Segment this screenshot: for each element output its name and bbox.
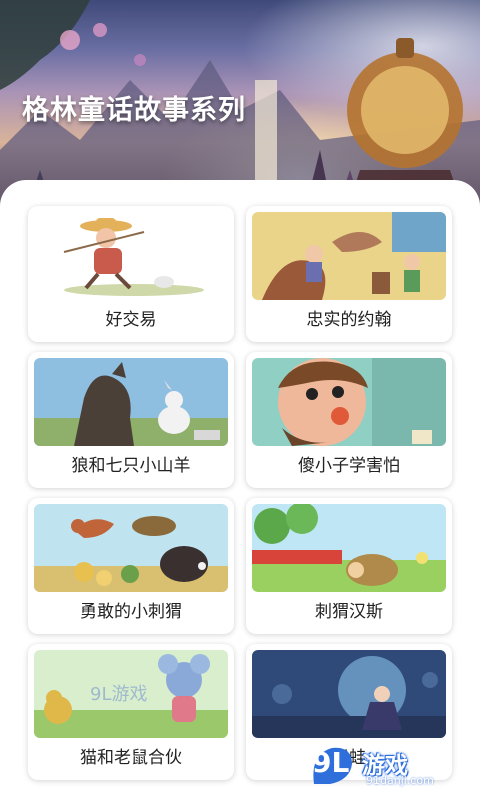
story-thumbnail	[252, 358, 446, 446]
story-title: 狼和七只小山羊	[71, 456, 191, 476]
story-card-3[interactable]: 狼和七只小山羊	[28, 352, 234, 488]
wolf-goat-illustration	[34, 358, 228, 446]
svg-text:9L游戏: 9L游戏	[90, 684, 147, 705]
story-card-4[interactable]: 傻小子学害怕	[246, 352, 452, 488]
hedgehog-field-illustration	[252, 504, 446, 592]
frog-princess-illustration	[252, 650, 446, 738]
cat-mouse-illustration: 9L游戏	[34, 650, 228, 738]
story-card-5[interactable]: 勇敢的小刺猬	[28, 498, 234, 634]
story-thumbnail	[34, 358, 228, 446]
story-card-6[interactable]: 刺猬汉斯	[246, 498, 452, 634]
story-card-7[interactable]: 9L游戏 猫和老鼠合伙	[28, 644, 234, 780]
story-title: 猫和老鼠合伙	[80, 748, 182, 768]
story-card-2[interactable]: 忠实的约翰	[246, 206, 452, 342]
story-thumbnail	[34, 504, 228, 592]
page-title: 格林童话故事系列	[22, 95, 246, 126]
story-card-1[interactable]: 好交易	[28, 206, 234, 342]
story-thumbnail	[252, 212, 446, 300]
story-thumbnail: 9L游戏	[34, 650, 228, 738]
story-thumbnail	[252, 650, 446, 738]
story-title: 好交易	[105, 310, 157, 330]
hedgehog-squirrel-illustration	[34, 504, 228, 592]
story-title: 勇敢的小刺猬	[80, 602, 182, 622]
site-watermark: 9L 游戏 91danji.com	[308, 742, 472, 792]
story-title: 傻小子学害怕	[298, 456, 400, 476]
story-title: 忠实的约翰	[306, 310, 392, 330]
story-title: 刺猬汉斯	[315, 602, 383, 622]
watermark-logo-text: 9L	[312, 746, 350, 779]
story-thumbnail	[34, 212, 228, 300]
farmer-illustration	[34, 212, 228, 300]
boy-face-illustration	[252, 358, 446, 446]
story-thumbnail	[252, 504, 446, 592]
watermark-domain: 91danji.com	[366, 774, 434, 787]
knight-horse-illustration	[252, 212, 446, 300]
